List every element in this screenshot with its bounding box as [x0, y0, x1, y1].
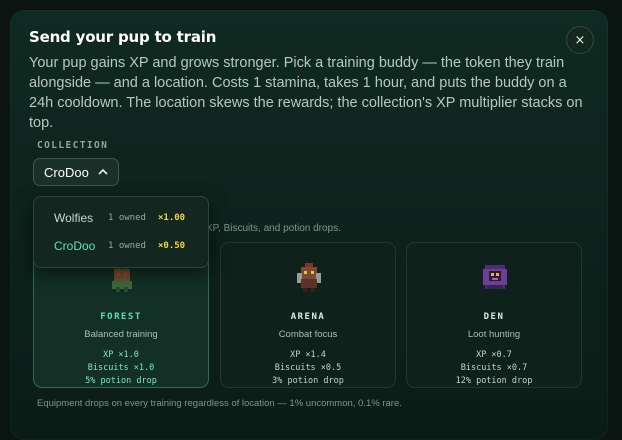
location-card-den[interactable]: DEN Loot hunting XP ×0.7 Biscuits ×0.7 1…: [406, 242, 582, 388]
stat-xp: XP ×1.0: [103, 350, 139, 360]
stat-potion: 3% potion drop: [272, 376, 344, 386]
option-name: Wolfies: [54, 211, 94, 225]
option-name: CroDoo: [54, 239, 96, 253]
stat-biscuits: Biscuits ×0.5: [274, 363, 342, 373]
location-subtitle: Loot hunting: [467, 329, 521, 340]
stat-potion: 12% potion drop: [455, 376, 533, 386]
close-button[interactable]: ×: [566, 26, 594, 54]
location-subtitle: Combat focus: [278, 329, 338, 340]
stat-xp: XP ×0.7: [476, 350, 512, 360]
stat-biscuits: Biscuits ×1.0: [87, 363, 155, 373]
location-subtitle: Balanced training: [84, 329, 158, 340]
option-multiplier: ×1.00: [158, 213, 186, 223]
collection-label: COLLECTION: [37, 140, 109, 151]
stat-biscuits: Biscuits ×0.7: [460, 363, 528, 373]
stat-potion: 5% potion drop: [85, 376, 157, 386]
option-multiplier: ×0.50: [158, 241, 186, 251]
location-name: ARENA: [290, 312, 326, 322]
location-card-arena[interactable]: ARENA Combat focus XP ×1.4 Biscuits ×0.5…: [220, 242, 396, 388]
close-icon: ×: [574, 32, 586, 48]
location-name: DEN: [483, 312, 505, 322]
location-name: FOREST: [100, 312, 142, 322]
collection-select[interactable]: CroDoo: [33, 158, 119, 186]
option-owned: 1 owned: [108, 241, 146, 251]
collection-dropdown-menu: Wolfies 1 owned ×1.00 CroDoo 1 owned ×0.…: [33, 196, 209, 268]
den-creature-icon: [483, 265, 507, 289]
collection-option-crodoo[interactable]: CroDoo 1 owned ×0.50: [34, 235, 208, 257]
equipment-footnote: Equipment drops on every training regard…: [37, 398, 402, 409]
collection-selected-value: CroDoo: [44, 164, 89, 180]
chevron-up-icon: [98, 167, 108, 178]
arena-creature-icon: [297, 263, 321, 292]
location-stats: XP ×1.4 Biscuits ×0.5 3% potion drop: [221, 349, 395, 388]
modal-title: Send your pup to train: [29, 28, 217, 46]
train-modal: Send your pup to train × Your pup gains …: [10, 10, 608, 440]
location-stats: XP ×0.7 Biscuits ×0.7 12% potion drop: [407, 349, 581, 388]
location-stats: XP ×1.0 Biscuits ×1.0 5% potion drop: [34, 349, 208, 388]
locations-hint: XP, Biscuits, and potion drops.: [206, 223, 341, 234]
stat-xp: XP ×1.4: [290, 350, 326, 360]
collection-option-wolfies[interactable]: Wolfies 1 owned ×1.00: [34, 207, 208, 229]
modal-description: Your pup gains XP and grows stronger. Pi…: [29, 55, 583, 131]
option-owned: 1 owned: [108, 213, 146, 223]
